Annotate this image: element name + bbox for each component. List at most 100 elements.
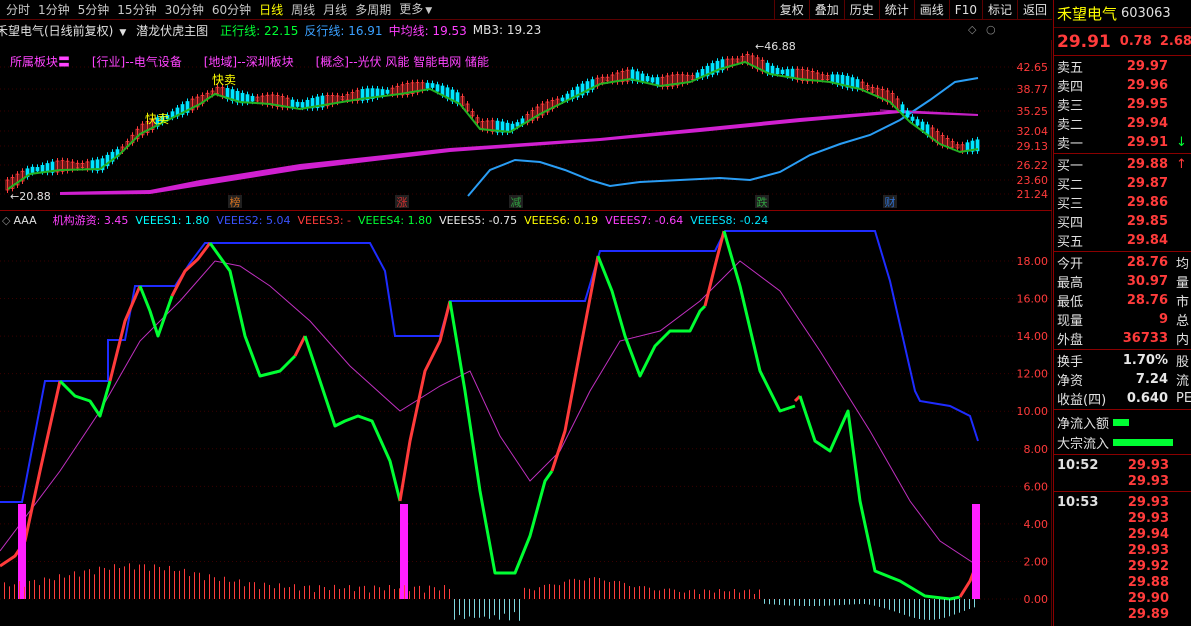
bid-row[interactable]: 买三 29.86	[1054, 193, 1191, 212]
candle-body	[425, 82, 430, 89]
main-chart-panel[interactable]: 42.65 38.77 35.25 32.04 29.13 26.22 23.60 21.24…	[0, 40, 1052, 210]
candle-body	[30, 166, 35, 173]
volume-bar	[174, 571, 175, 599]
volume-bar	[974, 599, 975, 608]
volume-bar	[734, 589, 735, 599]
volume-bar	[259, 589, 260, 599]
tab-more[interactable]: 更多 ▼	[395, 0, 436, 21]
chevron-down-icon: ▼	[425, 5, 433, 16]
ask-row[interactable]: 卖三 29.95	[1054, 95, 1191, 114]
volume-bar	[234, 581, 235, 599]
volume-bar	[464, 599, 465, 619]
stat-row: 净资 7.24 流	[1054, 370, 1191, 389]
indicator-info-bar: 禾望电气(日线前复权) ▼ 潜龙伏虎主图 正行线: 22.15 反行线: 16.…	[0, 21, 1052, 39]
volume-bar	[9, 586, 10, 599]
ask-label: 卖四	[1057, 80, 1084, 95]
volume-bar	[319, 585, 320, 599]
ask-label: 卖三	[1057, 99, 1084, 114]
ask-label: 卖五	[1057, 61, 1084, 76]
volume-bar	[264, 582, 265, 599]
tab-1min[interactable]: 1分钟	[34, 0, 74, 20]
expand-circle-icon[interactable]: ○	[986, 23, 996, 36]
volume-bar	[854, 599, 855, 605]
tab-weekly[interactable]: 周线	[287, 0, 319, 20]
history-button[interactable]: 历史	[843, 0, 879, 20]
volume-bar	[764, 599, 765, 604]
volume-bar	[119, 568, 120, 599]
volume-bar	[479, 599, 480, 618]
volume-bar	[34, 579, 35, 599]
tab-multi-period[interactable]: 多周期	[351, 0, 395, 20]
y-tick-label: 18.00	[1017, 255, 1049, 268]
bid-row[interactable]: 买二 29.87	[1054, 174, 1191, 193]
tab-monthly[interactable]: 月线	[319, 0, 351, 20]
y-tick-label: 14.00	[1017, 330, 1049, 343]
price-tick-label: 29.13	[1017, 140, 1049, 153]
veees8-value: VEEES8: -0.24	[690, 213, 769, 227]
tick-list: 10:52 29.93 29.93 10:53 29.93 29.93 29.94 …	[1054, 455, 1191, 622]
price-change-pct: 2.68%	[1159, 34, 1191, 49]
volume-bar	[809, 599, 810, 607]
ask-row[interactable]: 卖四 29.96	[1054, 76, 1191, 95]
volume-bar	[874, 599, 875, 606]
ask-row[interactable]: 卖一 29.91 ↓	[1054, 133, 1191, 152]
volume-bar	[169, 565, 170, 599]
tab-30min[interactable]: 30分钟	[161, 0, 208, 20]
ask-label: 卖二	[1057, 118, 1084, 133]
tab-daily[interactable]: 日线	[255, 0, 287, 20]
flow-bar	[1113, 438, 1174, 446]
blue-curve	[467, 77, 979, 197]
volume-bar	[579, 579, 580, 599]
tab-60min[interactable]: 60分钟	[208, 0, 255, 20]
tab-5min[interactable]: 5分钟	[74, 0, 114, 20]
zhengxing-value: 正行线: 22.15	[220, 23, 299, 38]
tab-fenshi[interactable]: 分时	[2, 0, 34, 20]
sub-chart-panel[interactable]: 18.00 16.00 14.00 12.00 10.00 8.00 6.00 4.00 2.0…	[0, 211, 1052, 626]
stats-button[interactable]: 统计	[878, 0, 914, 20]
bid-label: 买三	[1057, 197, 1084, 212]
f10-button[interactable]: F10	[948, 0, 982, 20]
ask-row[interactable]: 卖二 29.94	[1054, 114, 1191, 133]
volume-bar	[824, 599, 825, 606]
volume-bar	[129, 563, 130, 599]
volume-bar	[919, 599, 920, 619]
mark-button[interactable]: 标记	[981, 0, 1017, 20]
stat-row: 最低 28.76 市	[1054, 291, 1191, 310]
volume-bar	[514, 599, 515, 613]
diejia-button[interactable]: 叠加	[808, 0, 844, 20]
indicator-dropdown[interactable]: ▼ 潜龙伏虎主图	[119, 22, 214, 39]
bid-row[interactable]: 买一 29.88 ↑	[1054, 155, 1191, 174]
sub-chart-svg: 18.00 16.00 14.00 12.00 10.00 8.00 6.00 4.00 2.0…	[0, 230, 1052, 621]
volume-bar	[39, 585, 40, 599]
volume-bar	[409, 591, 410, 599]
volume-bar	[709, 590, 710, 599]
volume-bar	[819, 599, 820, 606]
candle-body	[695, 72, 700, 79]
volume-bar	[594, 577, 595, 599]
tab-more-label: 更多	[399, 1, 424, 16]
stat-label: 收益(四)	[1057, 393, 1107, 408]
back-button[interactable]: 返回	[1016, 0, 1052, 20]
tab-15min[interactable]: 15分钟	[113, 0, 160, 20]
volume-bar	[539, 587, 540, 599]
bid-row[interactable]: 买四 29.85	[1054, 212, 1191, 231]
sub-settings-icon[interactable]: ◇	[2, 214, 10, 227]
volume-bar	[749, 589, 750, 599]
volume-bar	[549, 584, 550, 599]
stats-block-2: 换手 1.70% 股 净资 7.24 流 收益(四) 0.640 PE	[1054, 350, 1191, 409]
volume-bar	[314, 592, 315, 599]
volume-bar	[494, 599, 495, 616]
volume-bar	[739, 592, 740, 599]
bid-row[interactable]: 买五 29.84	[1054, 231, 1191, 250]
fuquan-button[interactable]: 复权	[773, 0, 809, 20]
candle-body	[35, 167, 40, 172]
ask-row[interactable]: 卖五 29.97	[1054, 57, 1191, 76]
stat-extra: 流	[1176, 374, 1190, 389]
volume-bar	[284, 587, 285, 599]
sub-indicator-name[interactable]: AAA	[13, 214, 36, 227]
settings-diamond-icon[interactable]: ◇	[968, 23, 976, 36]
volume-bar	[54, 580, 55, 599]
stat-value: 9	[1158, 312, 1168, 327]
draw-button[interactable]: 画线	[913, 0, 949, 20]
volume-bar	[654, 590, 655, 599]
